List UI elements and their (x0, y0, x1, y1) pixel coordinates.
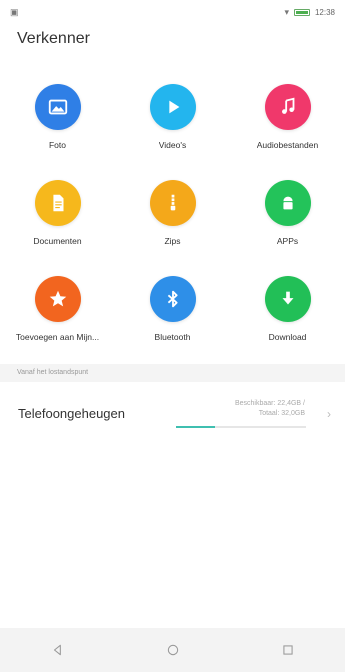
category-zips[interactable]: Zips (115, 180, 230, 246)
recents-icon (282, 645, 293, 655)
category-label: Video's (158, 140, 187, 150)
category-label: Download (268, 332, 307, 342)
battery-icon (293, 8, 310, 16)
category-download[interactable]: Download (230, 276, 345, 342)
category-label: Documenten (33, 236, 82, 246)
recents-button[interactable] (258, 628, 318, 672)
home-icon (167, 644, 178, 656)
back-icon (53, 644, 61, 656)
category-icon-circle (34, 84, 81, 130)
category-documenten[interactable]: Documenten (0, 180, 115, 246)
category-bluetooth[interactable]: Bluetooth (115, 276, 230, 342)
category-label: Toevoegen aan Mijn... (15, 332, 100, 342)
category-icon-circle (149, 276, 196, 322)
page-title: Verkenner (17, 30, 90, 47)
navigation-bar (0, 628, 345, 672)
category-foto[interactable]: Foto (0, 84, 115, 150)
storage-usage-bar (176, 426, 306, 428)
category-grid: Foto Video's Audiobestanden Documenten Z… (0, 84, 345, 342)
storage-section-header: Vanaf het lostandspunt (0, 364, 345, 382)
zip-icon (170, 194, 175, 211)
home-button[interactable] (143, 628, 203, 672)
category-icon-circle (264, 180, 311, 226)
category-icon-circle (149, 84, 196, 130)
category-label: Bluetooth (154, 332, 191, 342)
status-time: 12:38 (314, 7, 335, 17)
android-icon (282, 196, 293, 210)
play-icon (168, 100, 179, 114)
status-right: ▾ 12:38 (284, 7, 335, 18)
category-icon-circle (34, 180, 81, 226)
star-icon (49, 290, 66, 307)
storage-available: Beschikbaar: 22,4GB / (234, 400, 305, 407)
category-icon-circle (264, 84, 311, 130)
category-label: Audiobestanden (256, 140, 319, 150)
bluetooth-icon (167, 290, 178, 308)
chevron-right-icon: › (327, 407, 331, 421)
music-note-icon (281, 97, 294, 114)
category-label: Foto (48, 140, 66, 150)
storage-usage-fill (176, 426, 215, 428)
category-videos[interactable]: Video's (115, 84, 230, 150)
wifi-icon: ▾ (284, 6, 289, 17)
notification-icon: ▣ (10, 6, 19, 17)
category-icon-circle (264, 276, 311, 322)
document-icon (52, 194, 63, 212)
category-icon-circle (149, 180, 196, 226)
storage-info: Beschikbaar: 22,4GB / Totaal: 32,0GB (235, 399, 305, 419)
category-icon-circle (34, 276, 81, 322)
back-button[interactable] (28, 628, 88, 672)
category-audio[interactable]: Audiobestanden (230, 84, 345, 150)
image-icon (48, 99, 67, 115)
status-bar: ▣ ▾ 12:38 (0, 0, 345, 24)
category-favorites[interactable]: Toevoegen aan Mijn... (0, 276, 115, 342)
category-label: Zips (164, 236, 181, 246)
storage-name: Telefoongeheugen (18, 406, 125, 421)
category-apps[interactable]: APPs (230, 180, 345, 246)
storage-total: Totaal: 32,0GB (258, 410, 305, 417)
storage-phone-memory[interactable]: Telefoongeheugen Beschikbaar: 22,4GB / T… (0, 390, 345, 442)
download-icon (282, 291, 293, 305)
category-label: APPs (276, 236, 299, 246)
